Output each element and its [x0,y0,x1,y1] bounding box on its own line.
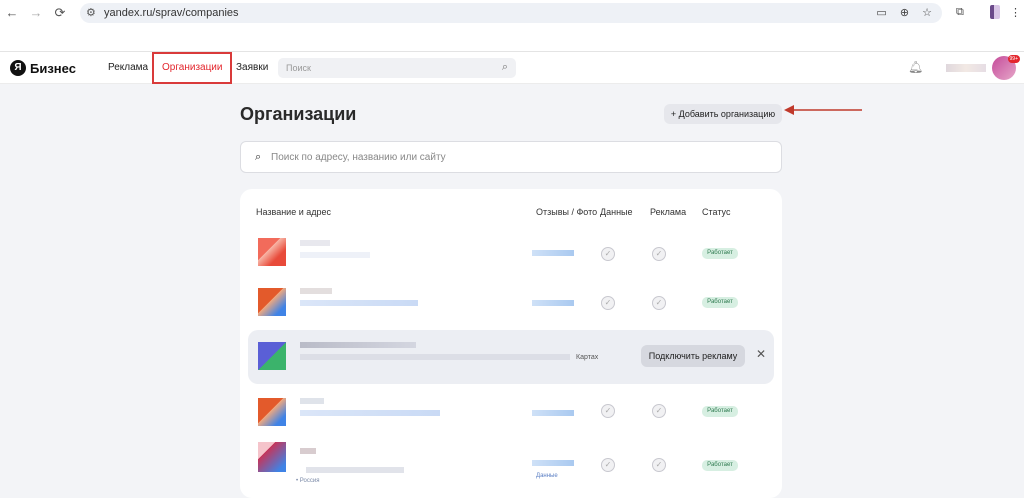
promo-partial-text: Картах [576,354,599,361]
status-badge: Работает [702,248,738,259]
forward-icon[interactable]: → [28,6,44,20]
reviews-blurred [532,410,574,416]
column-header-status: Статус [702,207,731,217]
country-label: • Россия [296,478,320,484]
data-check-icon: ✓ [601,458,615,472]
yandex-logo-icon: Я [10,60,26,76]
back-icon[interactable]: ← [4,6,20,20]
add-organization-label: Добавить организацию [678,109,776,119]
nav-requests[interactable]: Заявки [236,62,268,73]
bell-icon[interactable]: 🔔︎ [908,60,923,74]
country-text: Россия [299,478,320,484]
status-badge: Работает [702,406,738,417]
organization-thumbnail [258,288,286,316]
logo-text: Бизнес [30,60,76,76]
app-header: Я Бизнес Реклама Организации Заявки Поис… [0,52,1024,84]
url-text: yandex.ru/sprav/companies [104,7,239,19]
profile-icon[interactable] [990,5,1000,19]
organization-thumbnail [258,442,286,472]
ads-check-icon: ✓ [652,404,666,418]
nav-ads[interactable]: Реклама [108,62,148,73]
column-header-ads: Реклама [650,207,687,217]
organization-name-blurred [300,288,332,294]
site-info-icon[interactable]: ⚙ [86,6,96,19]
ads-promo-banner: Картах Подключить рекламу ✕ [248,330,774,384]
avatar[interactable]: 99+ [992,55,1020,80]
address-bar[interactable]: ⚙ yandex.ru/sprav/companies ▭ ⊕ ☆ [80,3,942,23]
organization-address-blurred [300,410,440,416]
notification-badge: 99+ [1007,55,1020,63]
organization-name-blurred [300,342,416,348]
search-icon: ⌕ [501,61,508,73]
status-badge: Работает [702,460,738,471]
data-check-icon: ✓ [601,296,615,310]
menu-kebab-icon[interactable]: ⋮ [1010,6,1021,19]
status-badge: Работает [702,297,738,308]
organization-thumbnail [258,342,286,370]
ads-check-icon: ✓ [652,296,666,310]
zoom-icon[interactable]: ⊕ [900,7,909,19]
organization-address-blurred [300,354,570,360]
close-icon[interactable]: ✕ [756,347,766,361]
column-header-data: Данные [600,207,633,217]
user-name-blurred [946,64,986,72]
organization-search-input[interactable]: ⌕ Поиск по адресу, названию или сайту [240,141,782,173]
organization-thumbnail [258,238,286,266]
ads-check-icon: ✓ [652,458,666,472]
organization-name-blurred [300,240,330,246]
data-check-icon: ✓ [601,247,615,261]
organization-address-blurred [306,467,404,473]
extensions-icon[interactable]: ⧉ [956,6,964,19]
reload-icon[interactable]: ⟳ [52,6,68,20]
add-organization-button[interactable]: + Добавить организацию [664,104,782,124]
organization-address-blurred [300,252,370,258]
column-header-name: Название и адрес [256,207,332,217]
highlight-box [152,52,232,84]
organization-search-placeholder: Поиск по адресу, названию или сайту [271,152,446,163]
reviews-blurred [532,300,574,306]
ads-check-icon: ✓ [652,247,666,261]
organization-address-blurred [300,300,418,306]
header-search-placeholder: Поиск [286,63,311,73]
organization-name-blurred [300,398,324,404]
search-icon: ⌕ [255,151,262,163]
column-header-reviews: Отзывы / Фото [536,207,598,217]
plus-icon: + [670,109,679,119]
bookmark-star-icon[interactable]: ☆ [922,7,932,19]
browser-chrome: ← → ⟳ ⚙ yandex.ru/sprav/companies ▭ ⊕ ☆ … [0,0,1024,52]
data-check-icon: ✓ [601,404,615,418]
cast-icon[interactable]: ▭ [876,7,886,19]
annotation-arrow [784,105,862,115]
data-link[interactable]: Данные [536,473,558,479]
organization-name-blurred [300,448,316,454]
reviews-blurred [532,460,574,466]
yandex-business-logo[interactable]: Я Бизнес [10,60,76,76]
page-title: Организации [240,104,357,124]
header-search-input[interactable]: Поиск ⌕ [278,58,516,78]
connect-ads-button[interactable]: Подключить рекламу [641,345,745,367]
reviews-blurred [532,250,574,256]
organization-thumbnail [258,398,286,426]
